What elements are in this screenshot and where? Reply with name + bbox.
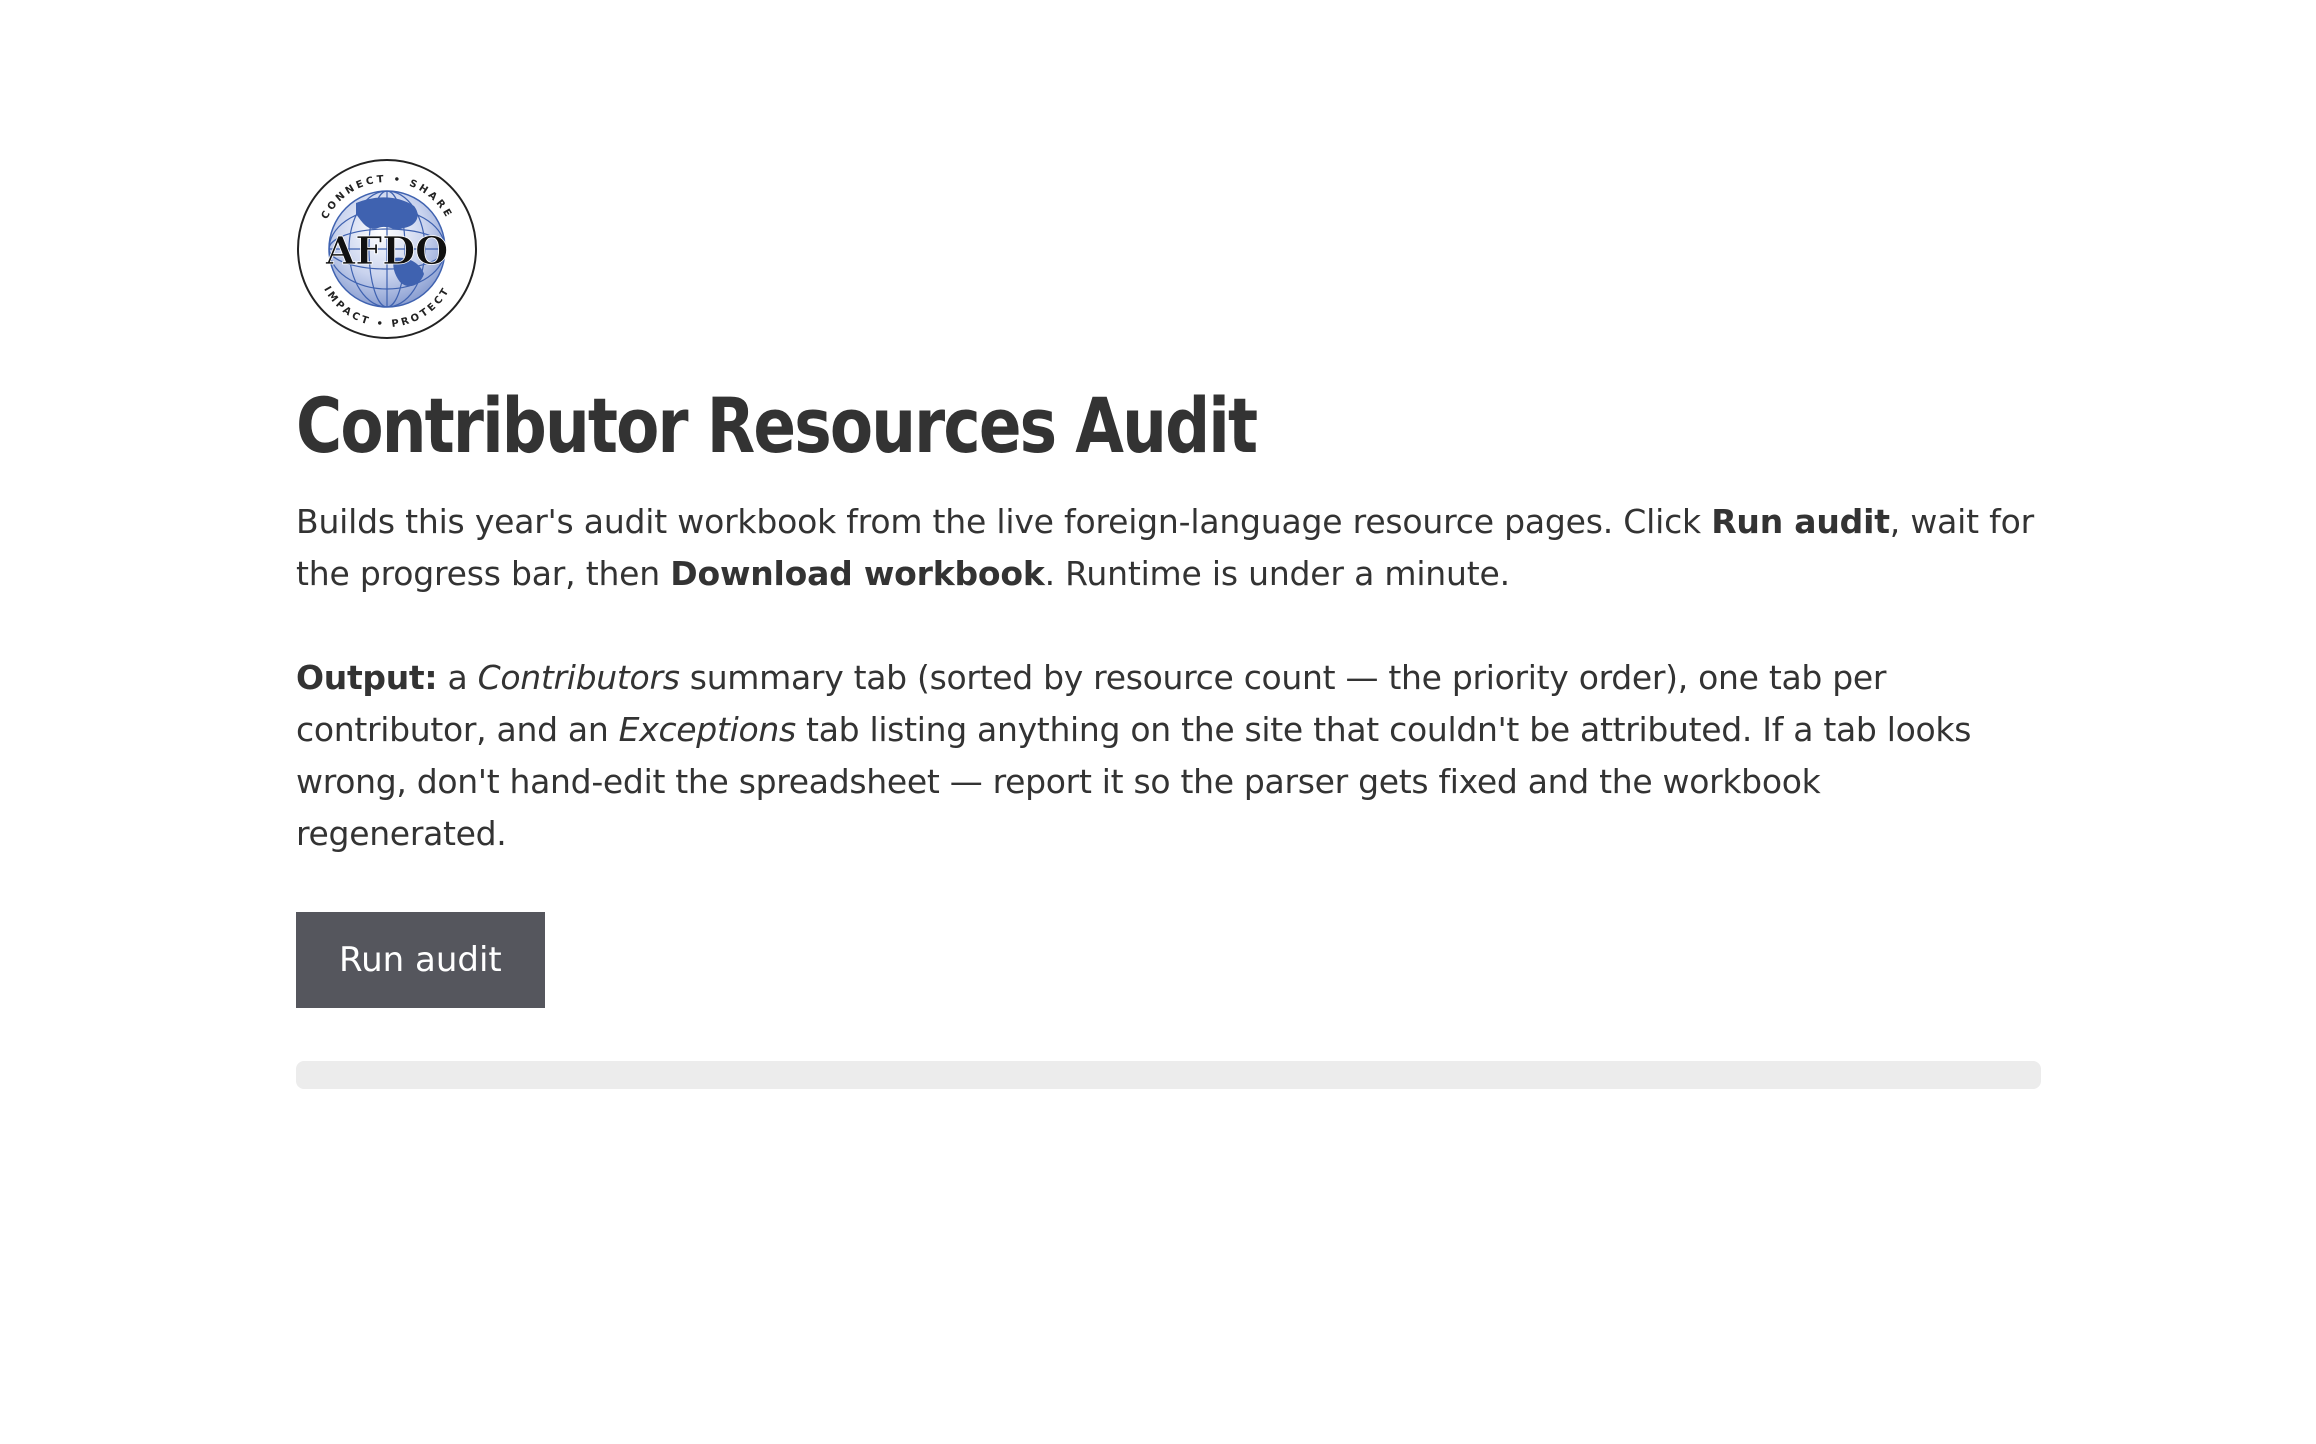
output-label: Output: <box>296 658 438 697</box>
run-audit-mention: Run audit <box>1711 502 1890 541</box>
page-title: Contributor Resources Audit <box>296 381 1258 470</box>
intro-paragraph: Builds this year's audit workbook from t… <box>296 502 2034 593</box>
run-audit-button[interactable]: Run audit <box>296 912 545 1008</box>
progress-bar <box>296 1061 2041 1089</box>
contributors-tab-mention: Contributors <box>477 658 680 697</box>
output-paragraph: Output: a Contributors summary tab (sort… <box>296 658 1972 853</box>
logo-text: AFDO <box>325 228 449 273</box>
exceptions-tab-mention: Exceptions <box>618 710 796 749</box>
afdo-logo: AFDO CONNECT • SHARE IMPACT • PROTECT <box>297 159 477 339</box>
download-workbook-mention: Download workbook <box>670 554 1045 593</box>
main-content: AFDO CONNECT • SHARE IMPACT • PROTECT Co… <box>296 158 2041 1089</box>
